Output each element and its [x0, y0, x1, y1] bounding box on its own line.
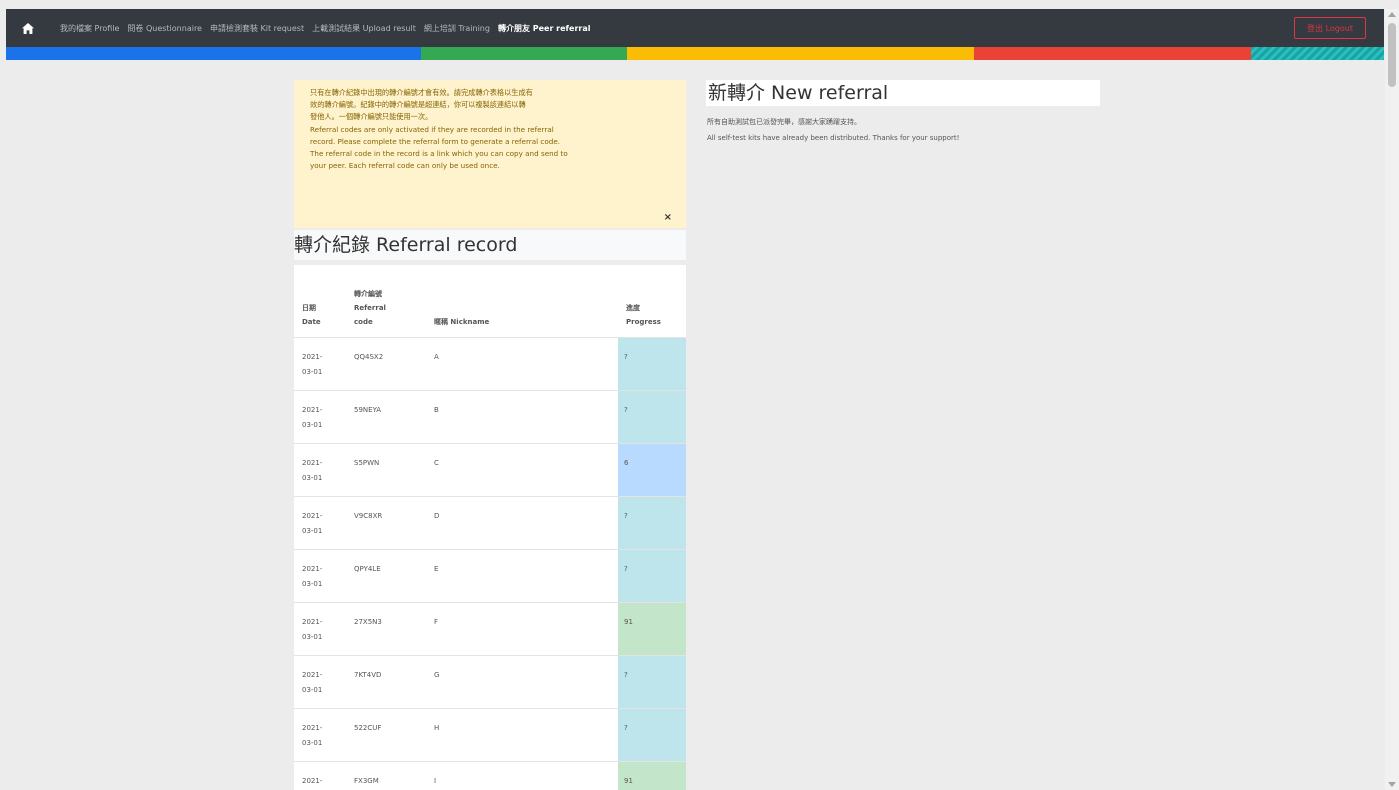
table-row: 2021- 03-01 QPY4LE E ? — [294, 548, 686, 602]
cell-referral-code-link[interactable]: S5PWN — [346, 442, 426, 496]
page-scrollbar[interactable] — [1385, 9, 1399, 790]
header-date: 日期 Date — [302, 303, 321, 326]
cell-progress: 6 — [618, 442, 686, 496]
cell-referral-code-link[interactable]: 522CUF — [346, 707, 426, 761]
stripe-yellow — [627, 47, 974, 60]
scroll-down-arrow-icon[interactable] — [1388, 782, 1396, 787]
cell-progress: 91 — [618, 760, 686, 790]
stripe-teal — [1251, 47, 1384, 60]
cell-date: 2021- 03-01 — [294, 442, 346, 496]
logout-button[interactable]: 登出 Logout — [1294, 17, 1366, 39]
cell-referral-code-link[interactable]: 7KT4VD — [346, 654, 426, 708]
table-row: 2021- 03-01 522CUF H ? — [294, 707, 686, 761]
nav-item-questionnaire[interactable]: 問卷 Questionnaire — [127, 23, 202, 34]
cell-nickname: A — [426, 336, 618, 390]
nav-item-training[interactable]: 網上培訓 Training — [424, 23, 490, 34]
scroll-thumb[interactable] — [1388, 23, 1396, 87]
cell-nickname: H — [426, 707, 618, 761]
cell-date: 2021- 03-01 — [294, 389, 346, 443]
alert-line: The referral code in the record is a lin… — [310, 149, 568, 159]
nav-item-profile[interactable]: 我的檔案 Profile — [60, 23, 119, 34]
nav-item-kit-request[interactable]: 申請檢測套裝 Kit request — [210, 23, 304, 34]
cell-referral-code-link[interactable]: V9C8XR — [346, 495, 426, 549]
alert-line: 發他人。一個轉介編號只能使用一次。 — [310, 112, 433, 122]
cell-date: 2021- 03-01 — [294, 495, 346, 549]
message-zh: 所有自助測試包已派發完畢，感謝大家踴躍支持。 — [707, 118, 861, 126]
stripe-blue — [6, 47, 421, 60]
table-header-row: 日期 Date 轉介編號 Referral code 暱稱 Nickname 進度 Pr… — [294, 265, 686, 337]
cell-nickname: F — [426, 601, 618, 655]
cell-nickname: C — [426, 442, 618, 496]
header-progress: 進度 Progress — [626, 303, 661, 326]
cell-referral-code-link[interactable]: 27X5N3 — [346, 601, 426, 655]
cell-date: 2021- 03-01 — [294, 707, 346, 761]
cell-date: 2021- 03-01 — [294, 548, 346, 602]
table-row: 2021- 03-01 V9C8XR D ? — [294, 495, 686, 549]
nav-item-upload-result[interactable]: 上載測試結果 Upload result — [312, 23, 416, 34]
cell-nickname: E — [426, 548, 618, 602]
cell-date: 2021- 03-01 — [294, 601, 346, 655]
cell-progress: ? — [618, 548, 686, 602]
cell-progress: 91 — [618, 601, 686, 655]
home-button[interactable] — [14, 9, 42, 47]
new-referral-title: 新轉介 New referral — [706, 80, 1100, 106]
cell-progress: ? — [618, 495, 686, 549]
stripe-red — [974, 47, 1251, 60]
cell-referral-code-link[interactable]: 59NEYA — [346, 389, 426, 443]
cell-progress: ? — [618, 654, 686, 708]
cell-date: 2021- 03-01 — [294, 336, 346, 390]
alert-line: 效的轉介編號。紀錄中的轉介編號是超連結，你可以複製該連結以轉 — [310, 100, 526, 110]
referral-info-alert: 只有在轉介紀錄中出現的轉介編號才會有效。請完成轉介表格以生成有 效的轉介編號。紀… — [294, 80, 686, 228]
stripe-green — [421, 47, 627, 60]
cell-progress: ? — [618, 707, 686, 761]
cell-progress: ? — [618, 336, 686, 390]
cell-nickname: I — [426, 760, 618, 790]
scroll-up-arrow-icon[interactable] — [1388, 12, 1396, 17]
top-navbar: 我的檔案 Profile 問卷 Questionnaire 申請檢測套裝 Kit… — [6, 9, 1384, 47]
alert-line: record. Please complete the referral for… — [310, 136, 561, 146]
cell-referral-code-link[interactable]: QPY4LE — [346, 548, 426, 602]
alert-line: 只有在轉介紀錄中出現的轉介編號才會有效。請完成轉介表格以生成有 — [310, 88, 533, 97]
header-referral-code: 轉介編號 Referral code — [354, 289, 386, 326]
referral-record-table: 日期 Date 轉介編號 Referral code 暱稱 Nickname 進度 Pr… — [294, 265, 686, 790]
table-row: 2021- 03-01 59NEYA B ? — [294, 389, 686, 443]
referral-record-title: 轉介紀錄 Referral record — [294, 230, 686, 260]
alert-line: your peer. Each referral code can only b… — [310, 161, 500, 171]
message-en: All self-test kits have already been dis… — [707, 134, 960, 142]
table-row: 2021- 03-01 7KT4VD G ? — [294, 654, 686, 708]
cell-referral-code-link[interactable]: FX3GM — [346, 760, 426, 790]
header-nickname: 暱稱 Nickname — [434, 317, 490, 326]
table-row: 2021- FX3GM I 91 — [294, 760, 686, 790]
cell-progress: ? — [618, 389, 686, 443]
alert-close-button[interactable]: × — [664, 212, 672, 224]
table-row: 2021- 03-01 27X5N3 F 91 — [294, 601, 686, 655]
cell-nickname: D — [426, 495, 618, 549]
cell-referral-code-link[interactable]: QQ4SX2 — [346, 336, 426, 390]
cell-nickname: B — [426, 389, 618, 443]
cell-nickname: G — [426, 654, 618, 708]
new-referral-message: 所有自助測試包已派發完畢，感謝大家踴躍支持。 All self-test kit… — [707, 114, 1127, 146]
nav-item-peer-referral[interactable]: 轉介朋友 Peer referral — [498, 23, 591, 34]
color-stripe — [6, 47, 1384, 60]
table-row: 2021- 03-01 S5PWN C 6 — [294, 442, 686, 496]
table-row: 2021- 03-01 QQ4SX2 A ? — [294, 336, 686, 390]
home-icon — [22, 22, 34, 34]
cell-date: 2021- 03-01 — [294, 654, 346, 708]
nav-menu: 我的檔案 Profile 問卷 Questionnaire 申請檢測套裝 Kit… — [60, 23, 599, 34]
cell-date: 2021- — [294, 760, 346, 790]
alert-line: Referral codes are only activated if the… — [310, 124, 554, 134]
